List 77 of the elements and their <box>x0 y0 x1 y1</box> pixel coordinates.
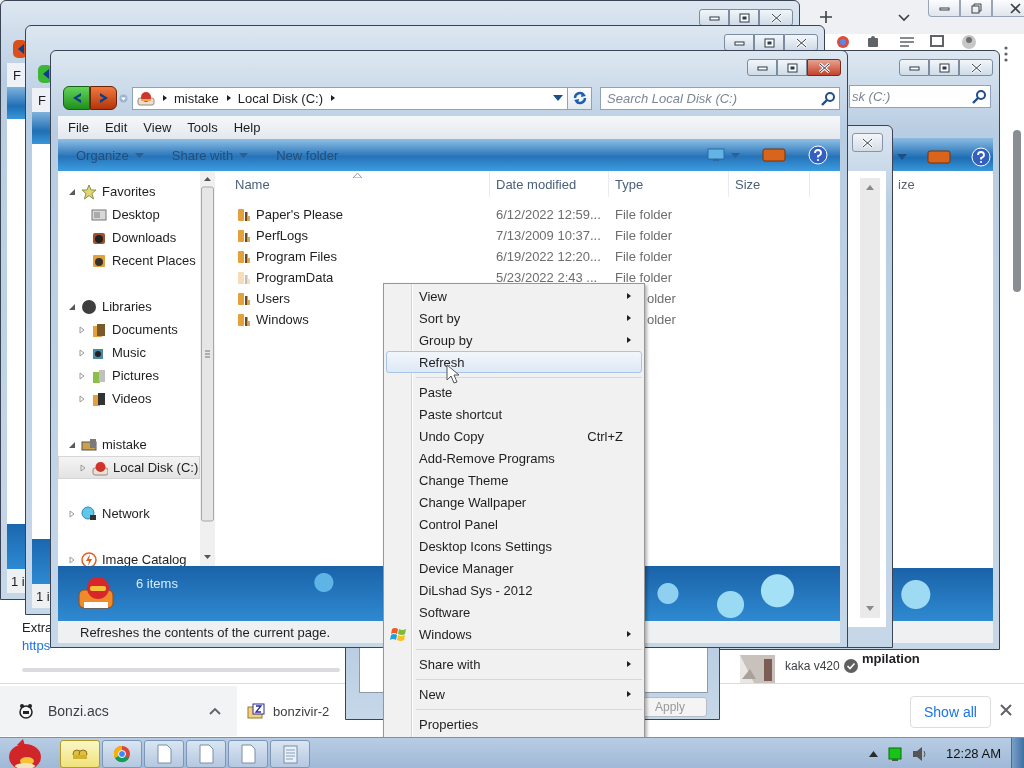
menu-item[interactable]: Paste shortcut <box>386 403 642 425</box>
clock[interactable]: 12:28 AM <box>946 746 1001 761</box>
menu-item[interactable]: F <box>38 92 46 108</box>
menu-item[interactable]: Refresh <box>386 351 642 373</box>
date-modified: 6/12/2022 12:59... <box>496 207 601 222</box>
file-name[interactable]: Bonzi.acs <box>48 703 109 719</box>
file-name[interactable]: bonzivir-2 <box>273 703 330 719</box>
download-item[interactable]: Bonzi.acs <box>0 686 237 736</box>
menu-item[interactable]: Device Manager <box>386 557 642 579</box>
date-modified: 5/23/2022 2:43 ... <box>496 270 598 285</box>
file-type: older <box>647 291 676 306</box>
nav-item[interactable]: mistake <box>58 433 200 456</box>
breadcrumb[interactable]: mistake <box>173 90 219 106</box>
nav-item[interactable]: Documents <box>58 318 200 341</box>
file-name[interactable]: Users <box>256 291 290 306</box>
menu-item[interactable]: Software <box>386 601 642 623</box>
menu-item[interactable]: Control Panel <box>386 513 642 535</box>
file-type: older <box>647 312 676 327</box>
video-title[interactable]: mpilation <box>862 651 920 666</box>
menu-item[interactable]: Desktop Icons Settings <box>386 535 642 557</box>
menu-item[interactable]: Edit <box>104 120 138 135</box>
file-type: File folder <box>615 228 673 243</box>
column-header[interactable]: Name <box>229 171 490 197</box>
show-all-button[interactable]: Show all <box>910 696 991 728</box>
status-text: 1 i <box>11 573 25 589</box>
nav-item[interactable]: Desktop <box>58 203 200 226</box>
menu-item[interactable]: Paste <box>386 381 642 403</box>
file-type: File folder <box>615 249 673 264</box>
address-bar[interactable]: mistake Local Disk (C:) <box>131 86 569 110</box>
file-name[interactable]: ProgramData <box>256 270 334 285</box>
shortcut-text: Ctrl+Z <box>587 428 623 444</box>
file-name[interactable]: PerfLogs <box>256 228 309 243</box>
menu-item[interactable]: File <box>68 120 99 135</box>
date-modified: 7/13/2009 10:37... <box>496 228 601 243</box>
nav-item[interactable]: Downloads <box>58 226 200 249</box>
column-header[interactable]: ize <box>898 177 915 192</box>
nav-item[interactable]: Favorites <box>58 180 200 203</box>
column-header[interactable]: Size <box>729 171 810 197</box>
search-field[interactable]: sk (C:) <box>849 85 991 108</box>
item-count: 6 items <box>136 576 178 591</box>
download-item[interactable]: bonzivir-2 <box>237 686 344 736</box>
file-type: File folder <box>615 207 673 222</box>
menu-item[interactable]: Change Wallpaper <box>386 491 642 513</box>
nav-item[interactable]: Network <box>58 502 200 525</box>
menu-item[interactable]: Group by <box>386 329 642 351</box>
file-name[interactable]: Paper's Please <box>256 207 344 222</box>
nav-item[interactable]: Libraries <box>58 295 200 318</box>
menu-item[interactable]: Change Theme <box>386 469 642 491</box>
file-name[interactable]: Program Files <box>256 249 337 264</box>
status-text: 1 i <box>36 588 50 604</box>
menu-item[interactable]: Tools <box>187 120 228 135</box>
column-header[interactable]: Date modified <box>490 171 609 197</box>
menu-item[interactable]: F <box>13 67 21 83</box>
nav-item[interactable]: Local Disk (C:) <box>58 456 200 479</box>
menu-item[interactable]: View <box>143 120 182 135</box>
nav-item[interactable]: Pictures <box>58 364 200 387</box>
nav-item[interactable]: Music <box>58 341 200 364</box>
nav-item[interactable]: Videos <box>58 387 200 410</box>
menu-item[interactable]: Windows <box>386 623 642 645</box>
nav-item[interactable]: Recent Places <box>58 249 200 272</box>
breadcrumb[interactable]: Local Disk (C:) <box>237 90 323 106</box>
menu-item[interactable]: Sort by <box>386 307 642 329</box>
column-header[interactable]: Type <box>609 171 729 197</box>
menu-item[interactable]: Share with <box>386 653 642 675</box>
nav-item[interactable]: Image Catalog <box>58 548 200 566</box>
date-modified: 6/19/2022 12:20... <box>496 249 601 264</box>
menu-item[interactable]: Add-Remove Programs <box>386 447 642 469</box>
link[interactable]: https <box>22 638 51 653</box>
channel-name[interactable]: kaka v420 <box>785 659 840 673</box>
menu-item[interactable]: Help <box>233 120 271 135</box>
menu-item[interactable]: Undo Copy Ctrl+Z <box>386 425 642 447</box>
menu-item[interactable]: DiLshad Sys - 2012 <box>386 579 642 601</box>
file-type: File folder <box>615 270 673 285</box>
file-name[interactable]: Windows <box>256 312 309 327</box>
menu-item[interactable]: View <box>386 285 642 307</box>
status-text: Refreshes the contents of the current page. <box>80 624 331 640</box>
search-field[interactable]: Search Local Disk (C:) <box>600 86 840 110</box>
